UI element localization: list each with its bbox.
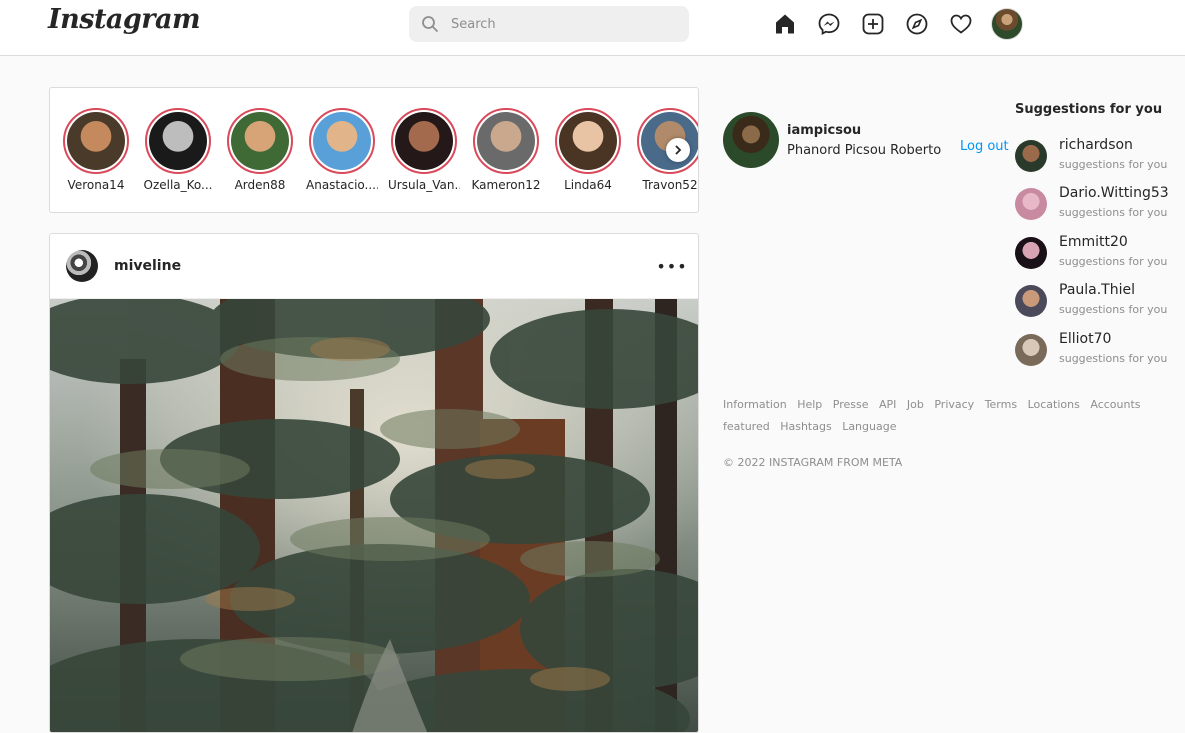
suggestion-item[interactable]: Paula.Thiel suggestions for you bbox=[1015, 282, 1185, 322]
suggestion-avatar[interactable] bbox=[1015, 334, 1047, 366]
explore-compass-icon[interactable] bbox=[903, 10, 931, 38]
profile-avatar[interactable] bbox=[991, 8, 1023, 40]
story-ring bbox=[227, 108, 293, 174]
suggestion-avatar[interactable] bbox=[1015, 140, 1047, 172]
story-ring bbox=[391, 108, 457, 174]
story-item[interactable]: Ozella_Ko... bbox=[142, 108, 214, 192]
search-icon bbox=[422, 16, 438, 32]
suggestion-username[interactable]: Elliot70 bbox=[1059, 331, 1111, 347]
story-username: Verona14 bbox=[67, 178, 125, 192]
story-avatar bbox=[149, 112, 207, 170]
suggestion-item[interactable]: Emmitt20 suggestions for you bbox=[1015, 234, 1185, 274]
suggestion-subtitle: suggestions for you bbox=[1059, 255, 1168, 268]
story-ring bbox=[309, 108, 375, 174]
suggestion-subtitle: suggestions for you bbox=[1059, 303, 1168, 316]
story-avatar bbox=[231, 112, 289, 170]
story-item[interactable]: Verona14 bbox=[60, 108, 132, 192]
suggestion-subtitle: suggestions for you bbox=[1059, 352, 1168, 365]
footer-link[interactable]: Information bbox=[723, 398, 787, 411]
current-user-username[interactable]: iampicsou bbox=[787, 123, 861, 138]
suggestion-username[interactable]: Dario.Witting53 bbox=[1059, 185, 1169, 201]
footer-link[interactable]: Language bbox=[842, 420, 896, 433]
story-item[interactable]: Ursula_Van... bbox=[388, 108, 460, 192]
story-avatar bbox=[395, 112, 453, 170]
footer-link[interactable]: Terms bbox=[985, 398, 1017, 411]
post-author-avatar[interactable] bbox=[66, 250, 98, 282]
suggestion-username[interactable]: richardson bbox=[1059, 137, 1133, 153]
footer-link[interactable]: Presse bbox=[833, 398, 869, 411]
story-ring bbox=[473, 108, 539, 174]
footer-link[interactable]: Help bbox=[797, 398, 822, 411]
footer-link[interactable]: API bbox=[879, 398, 896, 411]
footer-link[interactable]: Privacy bbox=[934, 398, 974, 411]
footer-link[interactable]: featured bbox=[723, 420, 770, 433]
suggestion-username[interactable]: Paula.Thiel bbox=[1059, 282, 1135, 298]
post-author-username[interactable]: miveline bbox=[114, 258, 181, 274]
stories-next-button[interactable] bbox=[666, 138, 690, 162]
heart-icon[interactable] bbox=[947, 10, 975, 38]
story-avatar bbox=[559, 112, 617, 170]
story-ring bbox=[555, 108, 621, 174]
story-username: Linda64 bbox=[564, 178, 612, 192]
feed-post: miveline ••• bbox=[49, 233, 699, 733]
story-username: Ozella_Ko... bbox=[143, 178, 213, 192]
post-image[interactable] bbox=[50, 299, 698, 732]
story-ring bbox=[637, 108, 698, 174]
story-item[interactable]: Linda64 bbox=[552, 108, 624, 192]
new-post-icon[interactable] bbox=[859, 10, 887, 38]
instagram-logo[interactable]: Instagram bbox=[48, 4, 201, 35]
more-options-icon[interactable]: ••• bbox=[656, 256, 686, 276]
stories-tray: Verona14 Ozella_Ko... Arden88 Anastacio....… bbox=[49, 87, 699, 213]
story-ring bbox=[63, 108, 129, 174]
post-header: miveline ••• bbox=[50, 234, 698, 299]
footer-link[interactable]: Accounts bbox=[1090, 398, 1140, 411]
home-icon[interactable] bbox=[771, 10, 799, 38]
story-username: Arden88 bbox=[234, 178, 286, 192]
copyright: © 2022 INSTAGRAM FROM META bbox=[723, 456, 903, 469]
search-input[interactable] bbox=[451, 6, 681, 42]
story-item[interactable]: Kameron12 bbox=[470, 108, 542, 192]
search-bar[interactable] bbox=[409, 6, 689, 42]
story-avatar bbox=[313, 112, 371, 170]
current-user-fullname: Phanord Picsou Roberto bbox=[787, 143, 942, 158]
story-username: Anastacio.... bbox=[306, 178, 378, 192]
story-username: Kameron12 bbox=[471, 178, 541, 192]
story-username: Travon52 bbox=[642, 178, 698, 192]
story-avatar bbox=[67, 112, 125, 170]
logout-link[interactable]: Log out bbox=[960, 139, 1009, 154]
footer-link[interactable]: Hashtags bbox=[780, 420, 831, 433]
story-username: Ursula_Van... bbox=[388, 178, 460, 192]
footer-link[interactable]: Job bbox=[907, 398, 924, 411]
footer-link[interactable]: Locations bbox=[1028, 398, 1080, 411]
suggestion-subtitle: suggestions for you bbox=[1059, 158, 1168, 171]
suggestion-avatar[interactable] bbox=[1015, 188, 1047, 220]
suggestion-item[interactable]: Elliot70 suggestions for you bbox=[1015, 331, 1185, 371]
suggestions-title: Suggestions for you bbox=[1015, 102, 1163, 117]
chevron-right-icon bbox=[675, 145, 682, 155]
suggestion-item[interactable]: richardson suggestions for you bbox=[1015, 137, 1185, 177]
nav-bar bbox=[771, 8, 1023, 40]
suggestion-item[interactable]: Dario.Witting53 suggestions for you bbox=[1015, 185, 1185, 225]
story-avatar bbox=[477, 112, 535, 170]
suggestion-avatar[interactable] bbox=[1015, 237, 1047, 269]
suggestion-avatar[interactable] bbox=[1015, 285, 1047, 317]
story-item[interactable]: Anastacio.... bbox=[306, 108, 378, 192]
suggestion-subtitle: suggestions for you bbox=[1059, 206, 1168, 219]
story-item[interactable]: Arden88 bbox=[224, 108, 296, 192]
story-ring bbox=[145, 108, 211, 174]
top-header: Instagram bbox=[0, 0, 1185, 56]
forest-photo bbox=[50, 299, 698, 732]
suggestion-username[interactable]: Emmitt20 bbox=[1059, 234, 1128, 250]
footer-links: Information Help Presse API Job Privacy … bbox=[723, 394, 1173, 438]
messenger-icon[interactable] bbox=[815, 10, 843, 38]
current-user-avatar[interactable] bbox=[723, 112, 779, 168]
